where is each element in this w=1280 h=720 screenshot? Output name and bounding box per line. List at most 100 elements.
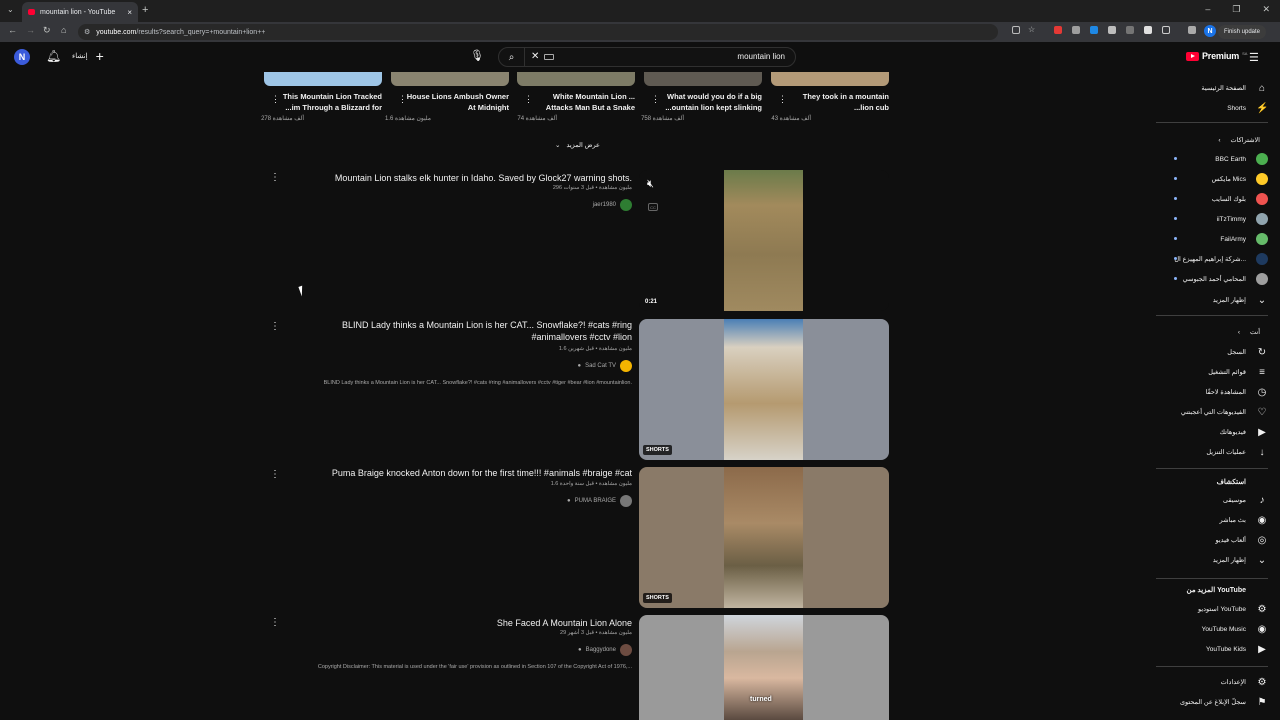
sidebar-item[interactable]: سجلّ الإبلاغ عن المحتوى ⚑ bbox=[1156, 692, 1268, 712]
more-actions-icon[interactable]: ⋮ bbox=[270, 469, 280, 480]
site-info-icon[interactable]: ⚙ bbox=[84, 28, 90, 36]
search-icon[interactable]: ⌕ bbox=[499, 48, 525, 66]
extension-icon[interactable] bbox=[1188, 26, 1196, 34]
forward-icon[interactable]: → bbox=[26, 25, 35, 35]
sidebar-section-you[interactable]: ‹ أنت bbox=[1156, 322, 1268, 342]
sidebar-item[interactable]: عمليات التنزيل ↓ bbox=[1156, 442, 1268, 462]
channel-link[interactable]: ● PUMA BRAIGE bbox=[567, 495, 632, 507]
video-thumbnail[interactable]: SHORTS bbox=[639, 467, 889, 608]
video-thumbnail[interactable]: 🔇︎ CC 0:21 bbox=[639, 170, 889, 311]
home-browser-icon[interactable]: ⌂ bbox=[61, 25, 66, 35]
browser-tab[interactable]: mountain lion - YouTube × bbox=[22, 2, 138, 22]
create-button[interactable]: إنشاء + bbox=[72, 49, 104, 63]
extension-icon[interactable] bbox=[1072, 26, 1080, 34]
sidebar-item[interactable]: YouTube Music ◉ bbox=[1156, 619, 1268, 639]
reload-icon[interactable]: ↻ bbox=[43, 25, 51, 36]
shelf-thumbnail[interactable] bbox=[644, 72, 762, 86]
window-close-icon[interactable]: ✕ bbox=[1262, 4, 1270, 15]
mute-icon[interactable]: 🔇︎ bbox=[647, 178, 654, 191]
sidebar-item-subscription[interactable]: المحامي أحمد الجبوسي bbox=[1156, 269, 1268, 289]
sidebar-item[interactable]: السجل ↻ bbox=[1156, 342, 1268, 362]
more-actions-icon[interactable]: ⋮ bbox=[270, 617, 280, 628]
sidebar-item[interactable]: قوائم التشغيل ≡ bbox=[1156, 362, 1268, 382]
extension-icon[interactable] bbox=[1144, 26, 1152, 34]
video-title[interactable]: Puma Braige knocked Anton down for the f… bbox=[302, 467, 632, 479]
shelf-thumbnail[interactable] bbox=[391, 72, 509, 86]
sidebar-item[interactable]: الإعدادات ⚙ bbox=[1156, 672, 1268, 692]
new-tab-button[interactable]: + bbox=[142, 4, 148, 16]
shelf-title[interactable]: What would you do if a big ...ountain li… bbox=[658, 91, 762, 113]
sidebar-item-subscription[interactable]: iiTzTimmy bbox=[1156, 209, 1268, 229]
shelf-thumbnail[interactable] bbox=[264, 72, 382, 86]
shelf-title[interactable]: This Mountain Lion Tracked ...im Through… bbox=[278, 91, 382, 113]
cast-icon[interactable] bbox=[1012, 26, 1020, 34]
video-result[interactable]: ⋮ She Faced A Mountain Lion Alone 29 ملي… bbox=[264, 615, 890, 720]
channel-avatar[interactable] bbox=[620, 199, 632, 211]
sidebar-item[interactable]: YouTube Kids ▶ bbox=[1156, 639, 1268, 659]
sidebar-item-subscription[interactable]: BBC Earth bbox=[1156, 149, 1268, 169]
channel-link[interactable]: ● Baggydone bbox=[578, 644, 632, 656]
video-title[interactable]: Mountain Lion stalks elk hunter in Idaho… bbox=[302, 172, 632, 184]
channel-link[interactable]: jaer1980 bbox=[593, 199, 632, 211]
sidebar-item[interactable]: الفيديوهات التي أعجبتني ♡ bbox=[1156, 402, 1268, 422]
tab-search-icon[interactable]: ⌄ bbox=[7, 5, 14, 14]
keyboard-icon[interactable] bbox=[544, 54, 554, 60]
sidebar-item-show-more[interactable]: إظهار المزيد ⌄ bbox=[1156, 290, 1268, 310]
minimize-icon[interactable]: – bbox=[1205, 4, 1210, 15]
sidebar-item[interactable]: استوديو YouTube ⚙ bbox=[1156, 599, 1268, 619]
video-result[interactable]: ⋮ Mountain Lion stalks elk hunter in Ida… bbox=[264, 170, 890, 312]
youtube-premium-logo[interactable]: Premium SA bbox=[1186, 51, 1247, 61]
search-box[interactable]: ⌕ ✕ mountain lion bbox=[498, 47, 796, 67]
maximize-icon[interactable]: ❐ bbox=[1232, 4, 1240, 15]
video-title[interactable]: She Faced A Mountain Lion Alone bbox=[302, 617, 632, 629]
show-more-button[interactable]: ⌄ عرض المزيد bbox=[555, 141, 600, 149]
extension-icon[interactable] bbox=[1108, 26, 1116, 34]
extension-icon[interactable] bbox=[1090, 26, 1098, 34]
clear-search-icon[interactable]: ✕ bbox=[531, 51, 539, 62]
voice-search-mic-icon[interactable]: 🎙︎ bbox=[470, 49, 484, 62]
shelf-title[interactable]: House Lions Ambush Owner At Midnight bbox=[405, 91, 509, 113]
video-result[interactable]: ⋮ BLIND Lady thinks a Mountain Lion is h… bbox=[264, 319, 890, 461]
sidebar-item-subscription[interactable]: مايكس Mics bbox=[1156, 169, 1268, 189]
guide-menu-icon[interactable]: ☰ bbox=[1249, 51, 1259, 64]
bookmark-star-icon[interactable]: ☆ bbox=[1028, 25, 1035, 34]
shelf-title[interactable]: White Mountain Lion ... Attacks Man But … bbox=[531, 91, 635, 113]
more-actions-icon[interactable]: ⋮ bbox=[270, 172, 280, 183]
extension-icon[interactable] bbox=[1126, 26, 1134, 34]
sidebar-item-home[interactable]: الصفحة الرئيسية ⌂ bbox=[1156, 78, 1268, 98]
shelf-card[interactable]: ⋮ House Lions Ambush Owner At Midnight 1… bbox=[385, 72, 509, 122]
sidebar-item-subscription[interactable]: FailArmy bbox=[1156, 229, 1268, 249]
shelf-card[interactable]: ⋮ What would you do if a big ...ountain … bbox=[641, 72, 762, 122]
channel-avatar[interactable] bbox=[620, 644, 632, 656]
channel-avatar[interactable] bbox=[620, 495, 632, 507]
search-input[interactable]: mountain lion bbox=[737, 52, 785, 61]
video-thumbnail[interactable]: SHORTS bbox=[639, 319, 889, 460]
address-bar[interactable]: ⚙ youtube.com/results?search_query=+moun… bbox=[78, 24, 998, 40]
video-result[interactable]: ⋮ Puma Braige knocked Anton down for the… bbox=[264, 467, 890, 609]
captions-icon[interactable]: CC bbox=[648, 203, 658, 211]
extensions-puzzle-icon[interactable] bbox=[1162, 26, 1170, 34]
close-tab-icon[interactable]: × bbox=[127, 8, 132, 17]
video-thumbnail[interactable]: turned bbox=[639, 615, 889, 720]
shelf-card[interactable]: ⋮ They took in a mountain ...lion cub 43… bbox=[771, 72, 889, 122]
shelf-thumbnail[interactable] bbox=[771, 72, 889, 86]
shelf-card[interactable]: ⋮ This Mountain Lion Tracked ...im Throu… bbox=[261, 72, 382, 122]
sidebar-item-subscription[interactable]: شركة إبراهيم المهيزع ال... bbox=[1156, 249, 1268, 269]
shelf-card[interactable]: ⋮ White Mountain Lion ... Attacks Man Bu… bbox=[517, 72, 635, 122]
sidebar-item[interactable]: بث مباشر ◉ bbox=[1156, 510, 1268, 530]
channel-avatar[interactable] bbox=[620, 360, 632, 372]
sidebar-item[interactable]: إظهار المزيد ⌄ bbox=[1156, 550, 1268, 570]
notifications-bell-icon[interactable]: 🔔︎ bbox=[46, 49, 61, 63]
channel-link[interactable]: ● Sad Cat TV bbox=[577, 360, 632, 372]
sidebar-item[interactable]: المشاهدة لاحقًا ◷ bbox=[1156, 382, 1268, 402]
more-actions-icon[interactable]: ⋮ bbox=[270, 321, 280, 332]
sidebar-item-subscription[interactable]: بلوك السايب bbox=[1156, 189, 1268, 209]
video-title[interactable]: BLIND Lady thinks a Mountain Lion is her… bbox=[302, 319, 632, 343]
shelf-thumbnail[interactable] bbox=[517, 72, 635, 86]
back-icon[interactable]: ← bbox=[8, 25, 17, 35]
sidebar-section-subscriptions[interactable]: ‹ الاشتراكات bbox=[1156, 130, 1268, 150]
sidebar-item[interactable]: ألعاب فيديو ◎ bbox=[1156, 530, 1268, 550]
extension-icon[interactable] bbox=[1054, 26, 1062, 34]
account-avatar[interactable]: N bbox=[14, 49, 30, 65]
browser-profile-avatar[interactable]: N bbox=[1204, 25, 1216, 37]
